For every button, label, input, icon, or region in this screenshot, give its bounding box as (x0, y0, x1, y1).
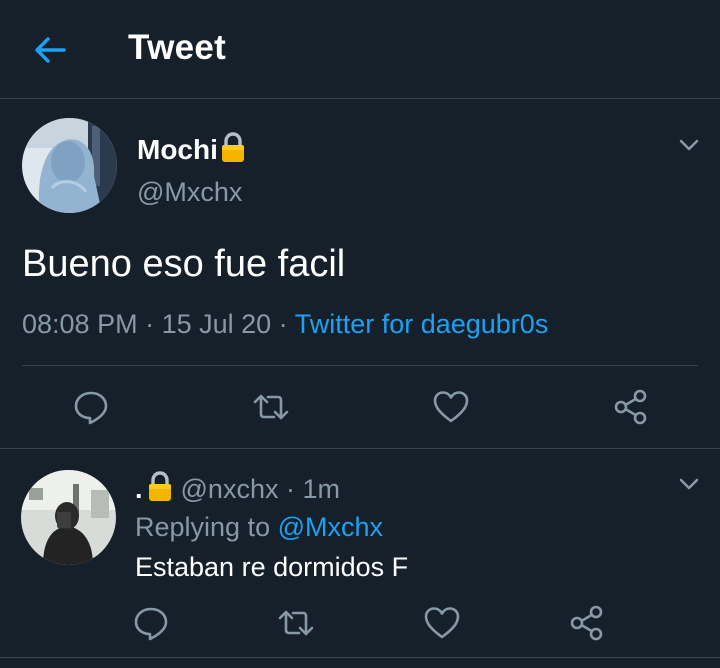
tweet-time: 08:08 PM (22, 309, 138, 339)
like-icon[interactable] (432, 388, 470, 426)
meta-separator: · (271, 309, 295, 339)
tweet-text: Bueno eso fue facil (22, 243, 346, 285)
avatar[interactable] (22, 118, 117, 213)
chevron-down-icon[interactable] (678, 138, 700, 152)
tweet-source-link[interactable]: Twitter for daegubr0s (295, 309, 549, 339)
divider (22, 365, 698, 366)
lock-icon (221, 132, 244, 162)
retweet-icon[interactable] (252, 388, 290, 426)
tweet-date: 15 Jul 20 (161, 309, 272, 339)
reply-age: 1m (302, 474, 340, 504)
tweet-meta: 08:08 PM · 15 Jul 20 · Twitter for daegu… (22, 309, 548, 340)
user-handle[interactable]: @Mxchx (137, 177, 242, 208)
share-icon[interactable] (612, 388, 650, 426)
divider (0, 448, 720, 449)
chevron-down-icon[interactable] (678, 477, 700, 491)
reply-icon[interactable] (132, 604, 170, 642)
page-title: Tweet (128, 28, 227, 67)
reply-icon[interactable] (72, 388, 110, 426)
reply-avatar[interactable] (21, 470, 116, 565)
replying-mention-link[interactable]: @Mxchx (278, 512, 383, 542)
replying-label: Replying to (135, 512, 271, 542)
divider (0, 657, 720, 658)
lock-icon (148, 471, 171, 501)
reply-handle[interactable]: @nxchx (181, 474, 279, 504)
meta-separator: · (137, 309, 162, 339)
reply-header: . @nxchx · 1m (135, 470, 340, 505)
share-icon[interactable] (568, 604, 606, 642)
app-header: Tweet (0, 0, 720, 99)
like-icon[interactable] (423, 604, 461, 642)
retweet-icon[interactable] (277, 604, 315, 642)
reply-display-name[interactable]: . (135, 474, 143, 504)
meta-separator: · (278, 474, 303, 504)
replying-to: Replying to @Mxchx (135, 512, 383, 543)
display-name-text: Mochi (137, 134, 218, 165)
reply-text: Estaban re dormidos F (135, 552, 409, 582)
arrow-left-icon[interactable] (30, 30, 70, 70)
display-name[interactable]: Mochi (137, 131, 246, 166)
